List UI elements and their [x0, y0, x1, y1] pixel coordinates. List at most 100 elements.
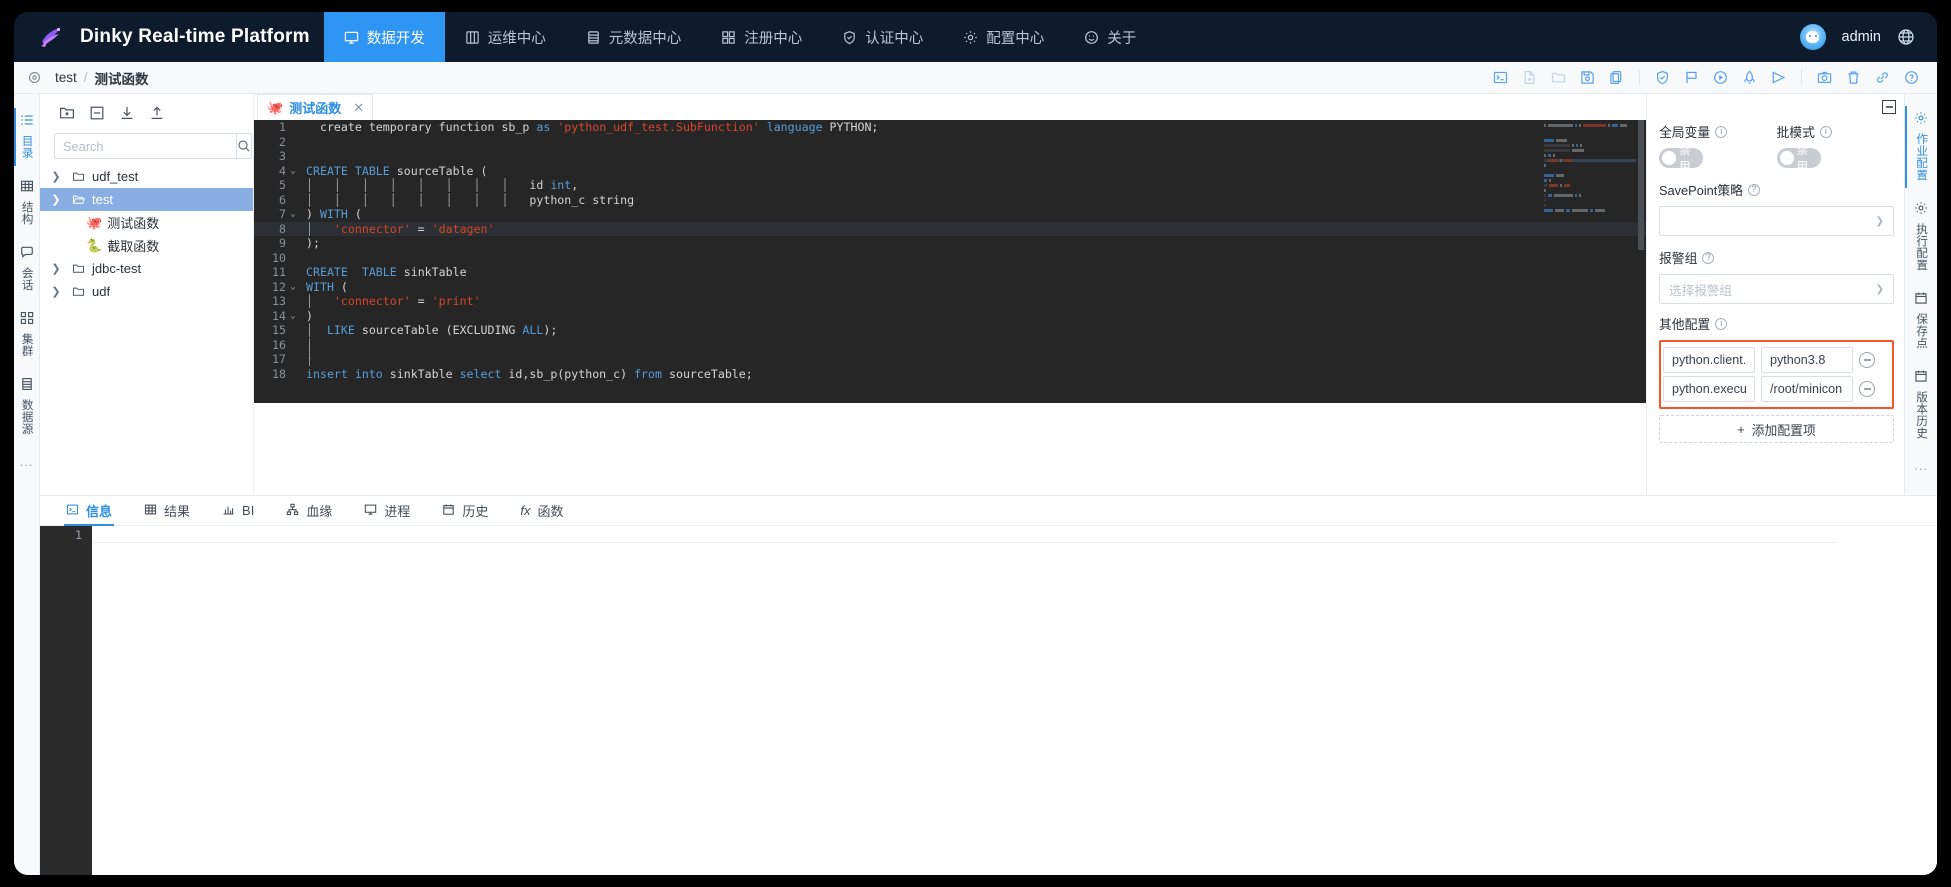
- tab-process[interactable]: 进程: [348, 496, 426, 526]
- trash-icon[interactable]: [1840, 66, 1867, 90]
- info-icon[interactable]: i: [1715, 317, 1728, 330]
- breadcrumb-root[interactable]: test: [55, 70, 77, 85]
- tree-node-test-func[interactable]: 🐙 测试函数: [40, 211, 253, 234]
- code-line[interactable]: 8 │ 'connector' = 'datagen': [254, 221, 1646, 236]
- tab-bi[interactable]: BI: [206, 496, 270, 526]
- code-line[interactable]: 11 CREATE TABLE sinkTable: [254, 265, 1646, 280]
- right-rail-item-job-config[interactable]: 作业配置: [1904, 102, 1938, 192]
- tab-history[interactable]: 历史: [426, 496, 504, 526]
- save-icon[interactable]: [1574, 66, 1601, 90]
- flag-icon[interactable]: [1678, 66, 1705, 90]
- open-folder-icon[interactable]: [1545, 66, 1572, 90]
- fold-toggle-icon[interactable]: ⌄: [286, 311, 300, 321]
- copy-icon[interactable]: [1603, 66, 1630, 90]
- upload-icon[interactable]: [144, 101, 170, 125]
- nav-item-ops[interactable]: 运维中心: [445, 12, 566, 62]
- code-line[interactable]: 12 ⌄ WITH (: [254, 280, 1646, 295]
- username-label[interactable]: admin: [1842, 29, 1882, 45]
- link-icon[interactable]: [1869, 66, 1896, 90]
- globe-icon[interactable]: [1897, 28, 1915, 46]
- nav-item-data-dev[interactable]: 数据开发: [323, 12, 445, 62]
- new-folder-icon[interactable]: [54, 101, 80, 125]
- info-icon[interactable]: i: [1819, 125, 1832, 138]
- sidebar-item-catalog[interactable]: 目录: [14, 104, 40, 170]
- tree-node-jdbc-test[interactable]: ❯ jdbc-test: [40, 257, 253, 280]
- target-icon[interactable]: [28, 71, 41, 84]
- terminal-icon[interactable]: [1487, 66, 1514, 90]
- shield-check-icon[interactable]: [1649, 66, 1676, 90]
- chevron-right-icon[interactable]: ❯: [48, 285, 64, 298]
- code-minimap[interactable]: [1544, 124, 1636, 234]
- right-rail-item-savepoint[interactable]: 保存点: [1905, 282, 1938, 360]
- code-line[interactable]: 18 insert into sinkTable select id,sb_p(p…: [254, 367, 1646, 382]
- nav-item-about[interactable]: 关于: [1064, 12, 1156, 62]
- right-rail-more-button[interactable]: ...: [1914, 458, 1928, 473]
- collapse-all-icon[interactable]: [84, 101, 110, 125]
- code-line[interactable]: 5 │ │ │ │ │ │ │ │ id int,: [254, 178, 1646, 193]
- tab-result[interactable]: 结果: [128, 496, 206, 526]
- collapse-panel-icon[interactable]: [1882, 100, 1896, 114]
- new-file-icon[interactable]: [1516, 66, 1543, 90]
- code-line[interactable]: 17 │: [254, 352, 1646, 367]
- fold-toggle-icon[interactable]: ⌄: [286, 166, 300, 176]
- avatar[interactable]: [1799, 24, 1826, 50]
- sidebar-item-session[interactable]: 会话: [14, 236, 40, 302]
- code-line[interactable]: 15 │ LIKE sourceTable (EXCLUDING ALL);: [254, 323, 1646, 338]
- code-line[interactable]: 9);: [254, 236, 1646, 251]
- rocket-icon[interactable]: [1736, 66, 1763, 90]
- savepoint-select[interactable]: ❯: [1659, 206, 1894, 236]
- config-value-input[interactable]: /root/minicon: [1761, 376, 1853, 402]
- code-lines[interactable]: 1 create temporary function sb_p as 'pyt…: [254, 120, 1646, 403]
- tree-node-substring-func[interactable]: 🐍 截取函数: [40, 234, 253, 257]
- question-circle-icon[interactable]: [1898, 66, 1925, 90]
- sidebar-more-button[interactable]: ...: [20, 454, 34, 469]
- code-line[interactable]: 14 ⌄): [254, 309, 1646, 324]
- tab-info[interactable]: 信息: [50, 496, 128, 526]
- code-line[interactable]: 4 ⌄ CREATE TABLE sourceTable (: [254, 164, 1646, 179]
- play-circle-icon[interactable]: [1707, 66, 1734, 90]
- code-line[interactable]: 6 │ │ │ │ │ │ │ │ python_c string: [254, 193, 1646, 208]
- nav-item-metadata[interactable]: 元数据中心: [566, 12, 702, 62]
- code-line[interactable]: 1 create temporary function sb_p as 'pyt…: [254, 120, 1646, 135]
- code-line[interactable]: 16 │: [254, 338, 1646, 353]
- chevron-right-icon[interactable]: ❯: [48, 170, 64, 183]
- config-key-input[interactable]: python.client.: [1663, 347, 1755, 373]
- tree-node-test[interactable]: ❯ test: [40, 188, 253, 211]
- minus-circle-icon[interactable]: [1859, 352, 1875, 368]
- chevron-down-icon[interactable]: ❯: [48, 193, 64, 206]
- nav-item-registry[interactable]: 注册中心: [701, 12, 822, 62]
- close-icon[interactable]: ✕: [353, 100, 364, 116]
- editor-tab-test-func[interactable]: 🐙 测试函数 ✕: [257, 94, 374, 120]
- fold-toggle-icon[interactable]: ⌄: [286, 282, 300, 292]
- download-icon[interactable]: [114, 101, 140, 125]
- sidebar-item-structure[interactable]: 结构: [14, 170, 40, 236]
- tab-function[interactable]: fx 函数: [504, 496, 579, 526]
- code-line[interactable]: 3: [254, 149, 1646, 164]
- send-icon[interactable]: [1765, 66, 1792, 90]
- search-icon[interactable]: [236, 133, 252, 159]
- right-rail-item-exec-config[interactable]: 执行配置: [1905, 192, 1938, 282]
- question-icon[interactable]: ?: [1702, 251, 1715, 264]
- config-value-input[interactable]: python3.8: [1761, 347, 1853, 373]
- search-input[interactable]: [54, 133, 236, 159]
- question-icon[interactable]: ?: [1747, 183, 1760, 196]
- config-key-input[interactable]: python.execu: [1663, 376, 1755, 402]
- camera-icon[interactable]: [1811, 66, 1838, 90]
- right-rail-item-version-history[interactable]: 版本历史: [1905, 360, 1938, 450]
- tree-node-udf[interactable]: ❯ udf: [40, 280, 253, 303]
- code-line[interactable]: 10: [254, 251, 1646, 266]
- log-output-area[interactable]: 1: [40, 526, 1937, 875]
- sidebar-item-datasource[interactable]: 数据源: [14, 368, 40, 446]
- alert-group-select[interactable]: 选择报警组 ❯: [1659, 274, 1894, 304]
- batch-mode-toggle[interactable]: 禁用: [1776, 145, 1821, 173]
- tab-lineage[interactable]: 血缘: [270, 496, 348, 526]
- editor-scrollbar[interactable]: [1638, 120, 1644, 250]
- code-canvas[interactable]: 1 create temporary function sb_p as 'pyt…: [254, 120, 1646, 403]
- nav-item-auth[interactable]: 认证中心: [822, 12, 943, 62]
- code-line[interactable]: 7 ⌄) WITH (: [254, 207, 1646, 222]
- hummingbird-logo[interactable]: [28, 12, 74, 62]
- tree-node-udf_test[interactable]: ❯ udf_test: [40, 165, 253, 188]
- info-icon[interactable]: i: [1715, 125, 1728, 138]
- global-var-toggle[interactable]: 禁用: [1659, 145, 1703, 173]
- sidebar-item-cluster[interactable]: 集群: [14, 302, 40, 368]
